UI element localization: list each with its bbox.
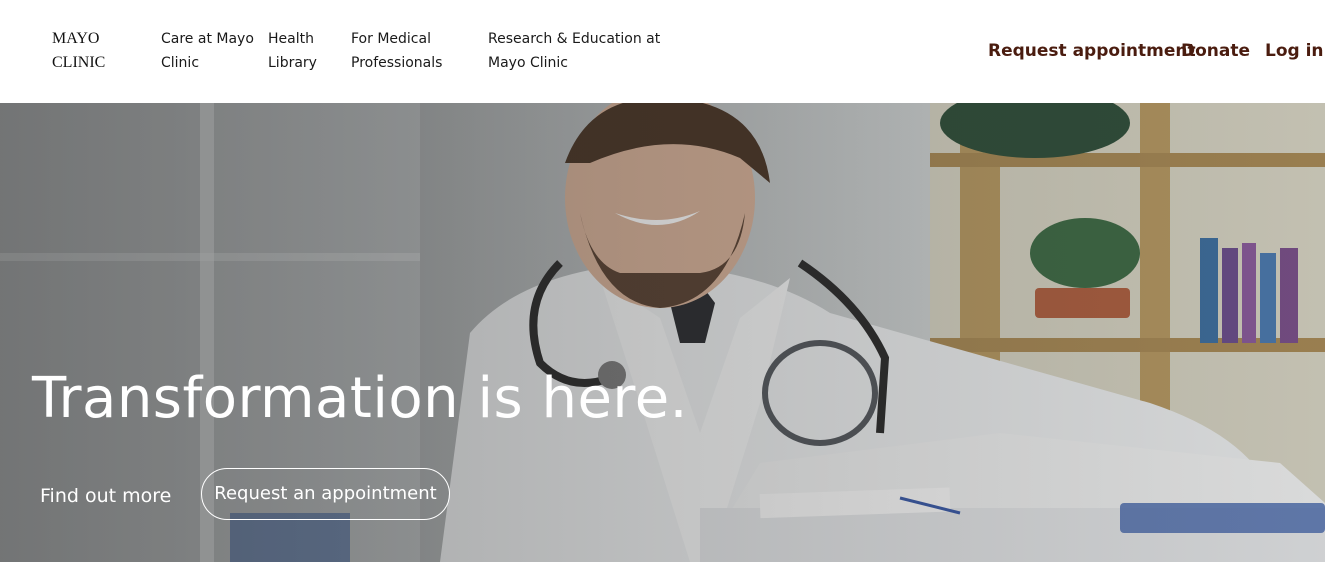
find-out-more-link[interactable]: Find out more bbox=[40, 483, 171, 509]
mayo-clinic-logo[interactable]: MAYO CLINIC bbox=[52, 27, 142, 75]
site-header: MAYO CLINIC Care at Mayo Clinic Health L… bbox=[0, 0, 1325, 103]
login-link[interactable]: Log in bbox=[1265, 38, 1324, 64]
donate-link[interactable]: Donate bbox=[1181, 38, 1250, 64]
nav-health-library[interactable]: Health Library bbox=[268, 27, 330, 75]
hero-headline: Transformation is here. bbox=[32, 366, 688, 431]
hero-dark-overlay bbox=[0, 103, 1325, 562]
nav-for-medical-professionals[interactable]: For Medical Professionals bbox=[351, 27, 461, 75]
nav-research-education[interactable]: Research & Education at Mayo Clinic bbox=[488, 27, 668, 75]
request-appointment-link[interactable]: Request appointment bbox=[988, 38, 1196, 64]
request-appointment-button[interactable]: Request an appointment bbox=[201, 468, 450, 520]
hero-banner: Transformation is here. Find out more Re… bbox=[0, 103, 1325, 562]
nav-care-at-mayo-clinic[interactable]: Care at Mayo Clinic bbox=[161, 27, 256, 75]
